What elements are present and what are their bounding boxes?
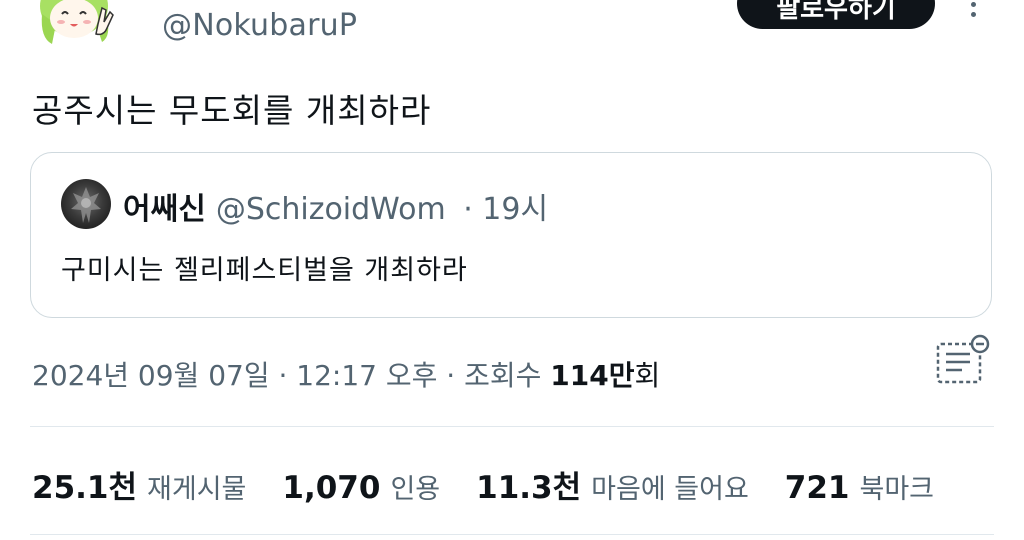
quotes-count: 1,070	[282, 470, 381, 506]
quotes-label: 인용	[390, 474, 441, 505]
tweet-text: 공주시는 무도회를 개최하라	[32, 91, 432, 130]
divider	[30, 426, 994, 427]
reposts-stat[interactable]: 25.1천 재게시물	[32, 462, 246, 507]
quote-author-row: 어쌔신 @SchizoidWom · 19시	[123, 184, 548, 228]
quoted-tweet-card[interactable]: 어쌔신 @SchizoidWom · 19시 구미시는 젤리페스티벌을 개최하라	[30, 152, 992, 318]
reposts-label: 재게시물	[147, 474, 247, 505]
reposts-count: 25.1천	[32, 470, 138, 506]
quote-author-handle[interactable]: @SchizoidWom	[216, 192, 446, 227]
likes-label: 마음에 들어요	[591, 474, 749, 505]
quote-author-avatar[interactable]	[61, 179, 111, 229]
tweet-datetime[interactable]: 2024년 09월 07일 · 12:17 오후 · 조회수	[32, 359, 550, 392]
bookmarks-label: 북마크	[859, 474, 935, 505]
tweet-detail-page: @NokubaruP 팔로우하기 공주시는 무도회를 개최하라 어쌔신 @Schi…	[0, 0, 1024, 540]
follow-button[interactable]: 팔로우하기	[737, 0, 935, 29]
community-note-icon[interactable]	[934, 332, 994, 388]
quote-time: · 19시	[463, 192, 549, 227]
quote-text: 구미시는 젤리페스티벌을 개최하라	[61, 255, 468, 286]
author-handle[interactable]: @NokubaruP	[162, 8, 357, 43]
bookmarks-stat[interactable]: 721 북마크	[785, 467, 934, 506]
author-avatar[interactable]	[34, 0, 124, 48]
tweet-meta: 2024년 09월 07일 · 12:17 오후 · 조회수 114만회	[32, 354, 660, 394]
more-vertical-icon[interactable]	[966, 0, 980, 18]
view-count: 114만	[550, 359, 635, 392]
divider	[30, 534, 994, 535]
quotes-stat[interactable]: 1,070 인용	[282, 467, 440, 506]
likes-count: 11.3천	[476, 470, 582, 506]
view-count-unit: 회	[634, 359, 661, 392]
quote-author-name[interactable]: 어쌔신	[123, 192, 206, 227]
bookmarks-count: 721	[784, 470, 850, 506]
engagement-stats: 25.1천 재게시물 1,070 인용 11.3천 마음에 들어요 721 북마…	[32, 462, 934, 507]
likes-stat[interactable]: 11.3천 마음에 들어요	[476, 462, 749, 507]
